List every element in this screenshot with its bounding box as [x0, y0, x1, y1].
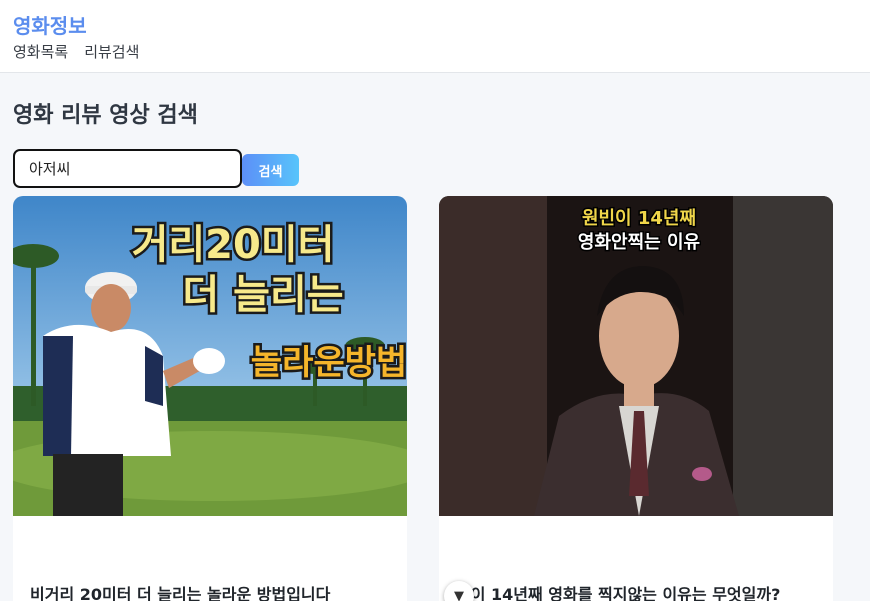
thumbnail-text-line1: 원빈이 14년째 [582, 208, 696, 229]
nav-movie-list[interactable]: 영화목록 [13, 41, 68, 62]
chevron-down-icon: ▼ [454, 588, 464, 601]
nav-review-search[interactable]: 리뷰검색 [84, 41, 139, 62]
video-thumbnail[interactable]: 원빈이 14년째 영화안찍는 이유 [439, 196, 833, 516]
video-title[interactable]: 빈이 14년째 영화를 찍지않는 이유는 무엇일까? [456, 581, 780, 601]
video-card[interactable]: 거리20미터 더 늘리는 놀라운방법 비거리 20미터 더 늘리는 놀라운 방법… [13, 196, 407, 601]
thumbnail-text-line2: 더 늘리는 [182, 272, 343, 318]
thumbnail-text-line2: 영화안찍는 이유 [578, 232, 700, 253]
main-nav: 영화목록 리뷰검색 [13, 41, 139, 62]
brand-logo[interactable]: 영화정보 [13, 10, 87, 39]
page-title: 영화 리뷰 영상 검색 [13, 103, 198, 128]
top-navbar: 영화정보 영화목록 리뷰검색 [0, 0, 870, 73]
thumbnail-text-line3: 놀라운방법 [251, 343, 407, 383]
video-card[interactable]: 원빈이 14년째 영화안찍는 이유 빈이 14년째 영화를 찍지않는 이유는 무… [439, 196, 833, 601]
search-input[interactable] [13, 149, 242, 188]
video-title[interactable]: 비거리 20미터 더 늘리는 놀라운 방법입니다 [30, 581, 330, 601]
video-thumbnail[interactable]: 거리20미터 더 늘리는 놀라운방법 [13, 196, 407, 516]
search-button[interactable]: 검색 [242, 154, 299, 186]
thumbnail-text-line1: 거리20미터 [132, 222, 335, 268]
